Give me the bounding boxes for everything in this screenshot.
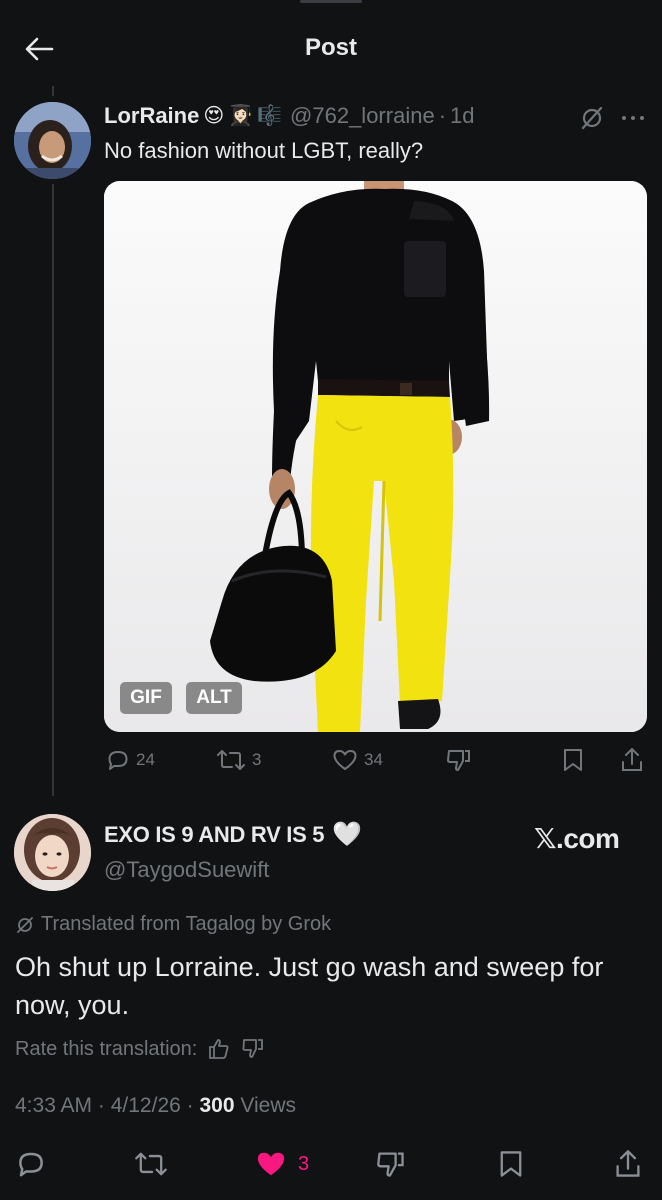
heart-icon xyxy=(333,750,357,770)
reply-action-bar: 3 xyxy=(0,1146,662,1186)
heart-filled-icon xyxy=(257,1152,285,1176)
like-count: 3 xyxy=(298,1152,310,1175)
reply-author-name[interactable]: EXO IS 9 AND RV IS 5 🤍 xyxy=(104,822,362,848)
page-title: Post xyxy=(304,34,357,61)
bookmark-button[interactable] xyxy=(562,746,584,774)
share-icon xyxy=(622,748,642,771)
more-options-button[interactable] xyxy=(618,104,648,132)
author-handle[interactable]: @762_lorraine xyxy=(290,103,435,129)
reply-count: 24 xyxy=(136,750,155,769)
fashion-model-image xyxy=(104,181,647,732)
avatar[interactable] xyxy=(14,814,91,891)
reply-button[interactable] xyxy=(16,1150,46,1178)
top-grabber xyxy=(300,0,362,3)
reply-icon xyxy=(108,751,128,770)
share-button[interactable] xyxy=(614,1150,642,1178)
thread-line-top xyxy=(52,86,54,96)
grok-thumb-icon xyxy=(377,1152,404,1177)
repost-icon xyxy=(135,1152,167,1176)
x-com-watermark: 𝕏.com xyxy=(534,823,620,854)
grok-icon[interactable] xyxy=(578,104,606,132)
post-date: 4/12/26 xyxy=(110,1094,181,1117)
more-icon xyxy=(622,116,644,120)
post-time: 1d xyxy=(450,103,475,128)
grok-icon xyxy=(17,916,33,933)
views-count[interactable]: 300 xyxy=(199,1094,234,1117)
grok-analyze-button[interactable] xyxy=(446,746,472,774)
post-text: No fashion without LGBT, really? xyxy=(104,138,424,163)
post-author-row: LorRaine 😍 👩🏻‍🎓 🎼 @762_lorraine · 1d xyxy=(104,100,475,132)
dot-separator: · xyxy=(438,103,447,128)
grok-thumb-icon xyxy=(447,750,470,771)
share-icon xyxy=(616,1150,640,1177)
bookmark-button[interactable] xyxy=(498,1150,524,1178)
like-count: 34 xyxy=(364,750,383,769)
reply-author-handle[interactable]: @TaygodSuewift xyxy=(104,857,269,883)
views-label: Views xyxy=(240,1094,297,1117)
repost-icon xyxy=(217,750,245,770)
post-media[interactable] xyxy=(104,181,647,732)
repost-button[interactable] xyxy=(134,1150,168,1178)
bookmark-icon xyxy=(500,1151,522,1177)
author-display-name[interactable]: LorRaine xyxy=(104,103,199,129)
post-timestamp: 4:33 AM xyxy=(15,1094,93,1117)
reply-display-name: EXO IS 9 AND RV IS 5 xyxy=(104,822,325,847)
translated-label-row: Translated from Tagalog by Grok xyxy=(15,913,331,936)
repost-count: 3 xyxy=(252,750,262,769)
white-heart-emoji: 🤍 xyxy=(332,821,362,848)
thumbs-down-icon[interactable] xyxy=(241,1037,265,1061)
reply-icon xyxy=(19,1152,43,1177)
translated-label: Translated from Tagalog by Grok xyxy=(41,913,332,935)
rate-label: Rate this translation: xyxy=(15,1037,198,1060)
thread-line xyxy=(52,184,54,796)
reply-text: Oh shut up Lorraine. Just go wash and sw… xyxy=(15,952,604,1020)
music-score-emoji: 🎼 xyxy=(257,105,283,127)
thumbs-up-icon[interactable] xyxy=(207,1037,231,1061)
gif-badge: GIF xyxy=(120,682,172,714)
like-button[interactable]: 34 xyxy=(332,746,383,774)
alt-badge[interactable]: ALT xyxy=(186,682,242,714)
rate-translation-row: Rate this translation: xyxy=(15,1037,265,1061)
graduate-emoji: 👩🏻‍🎓 xyxy=(228,105,254,127)
grok-analyze-button[interactable] xyxy=(376,1150,406,1178)
post-meta: 4:33 AM · 4/12/26 · 300 Views xyxy=(15,1094,297,1117)
bookmark-icon xyxy=(564,749,582,771)
avatar[interactable] xyxy=(14,102,91,179)
reply-button[interactable]: 24 xyxy=(106,746,155,774)
repost-button[interactable]: 3 xyxy=(216,746,261,774)
heart-eyes-emoji: 😍 xyxy=(203,105,225,127)
share-button[interactable] xyxy=(620,746,644,774)
like-button[interactable]: 3 xyxy=(254,1150,309,1178)
